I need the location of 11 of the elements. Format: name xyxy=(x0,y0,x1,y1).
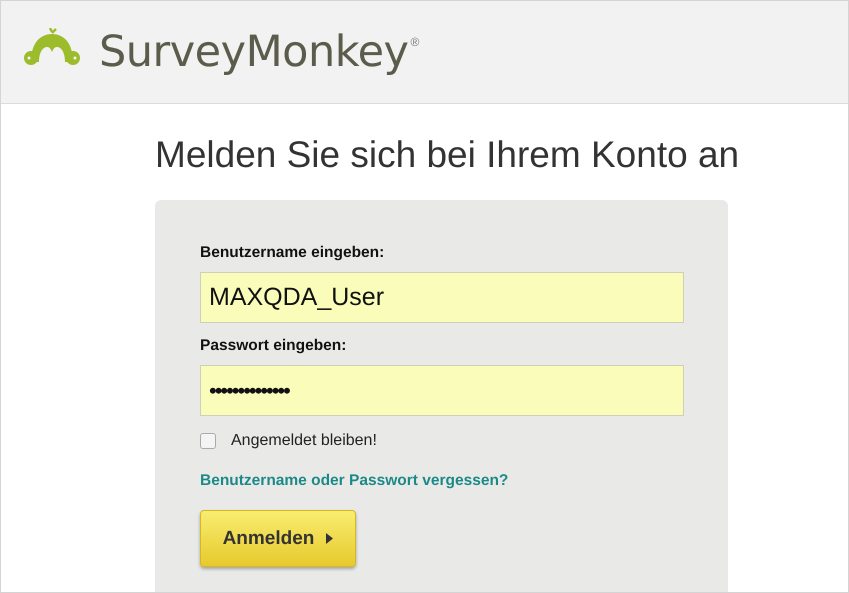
logo-text: SurveyMonkey xyxy=(99,27,409,77)
caret-icon xyxy=(326,533,334,544)
password-field[interactable]: •••••••••••••• xyxy=(200,365,684,416)
checkbox[interactable] xyxy=(200,433,216,449)
login-button[interactable]: Anmelden xyxy=(200,510,356,567)
username-field[interactable]: MAXQDA_User xyxy=(200,272,684,323)
checkbox-label: Angemeldet bleiben! xyxy=(231,432,377,450)
page-title: Melden Sie sich bei Ihrem Konto an xyxy=(155,134,740,176)
field-label: Passwort eingeben: xyxy=(200,337,346,355)
registered-mark: ® xyxy=(410,35,420,49)
field-label: Benutzername eingeben: xyxy=(200,244,384,262)
